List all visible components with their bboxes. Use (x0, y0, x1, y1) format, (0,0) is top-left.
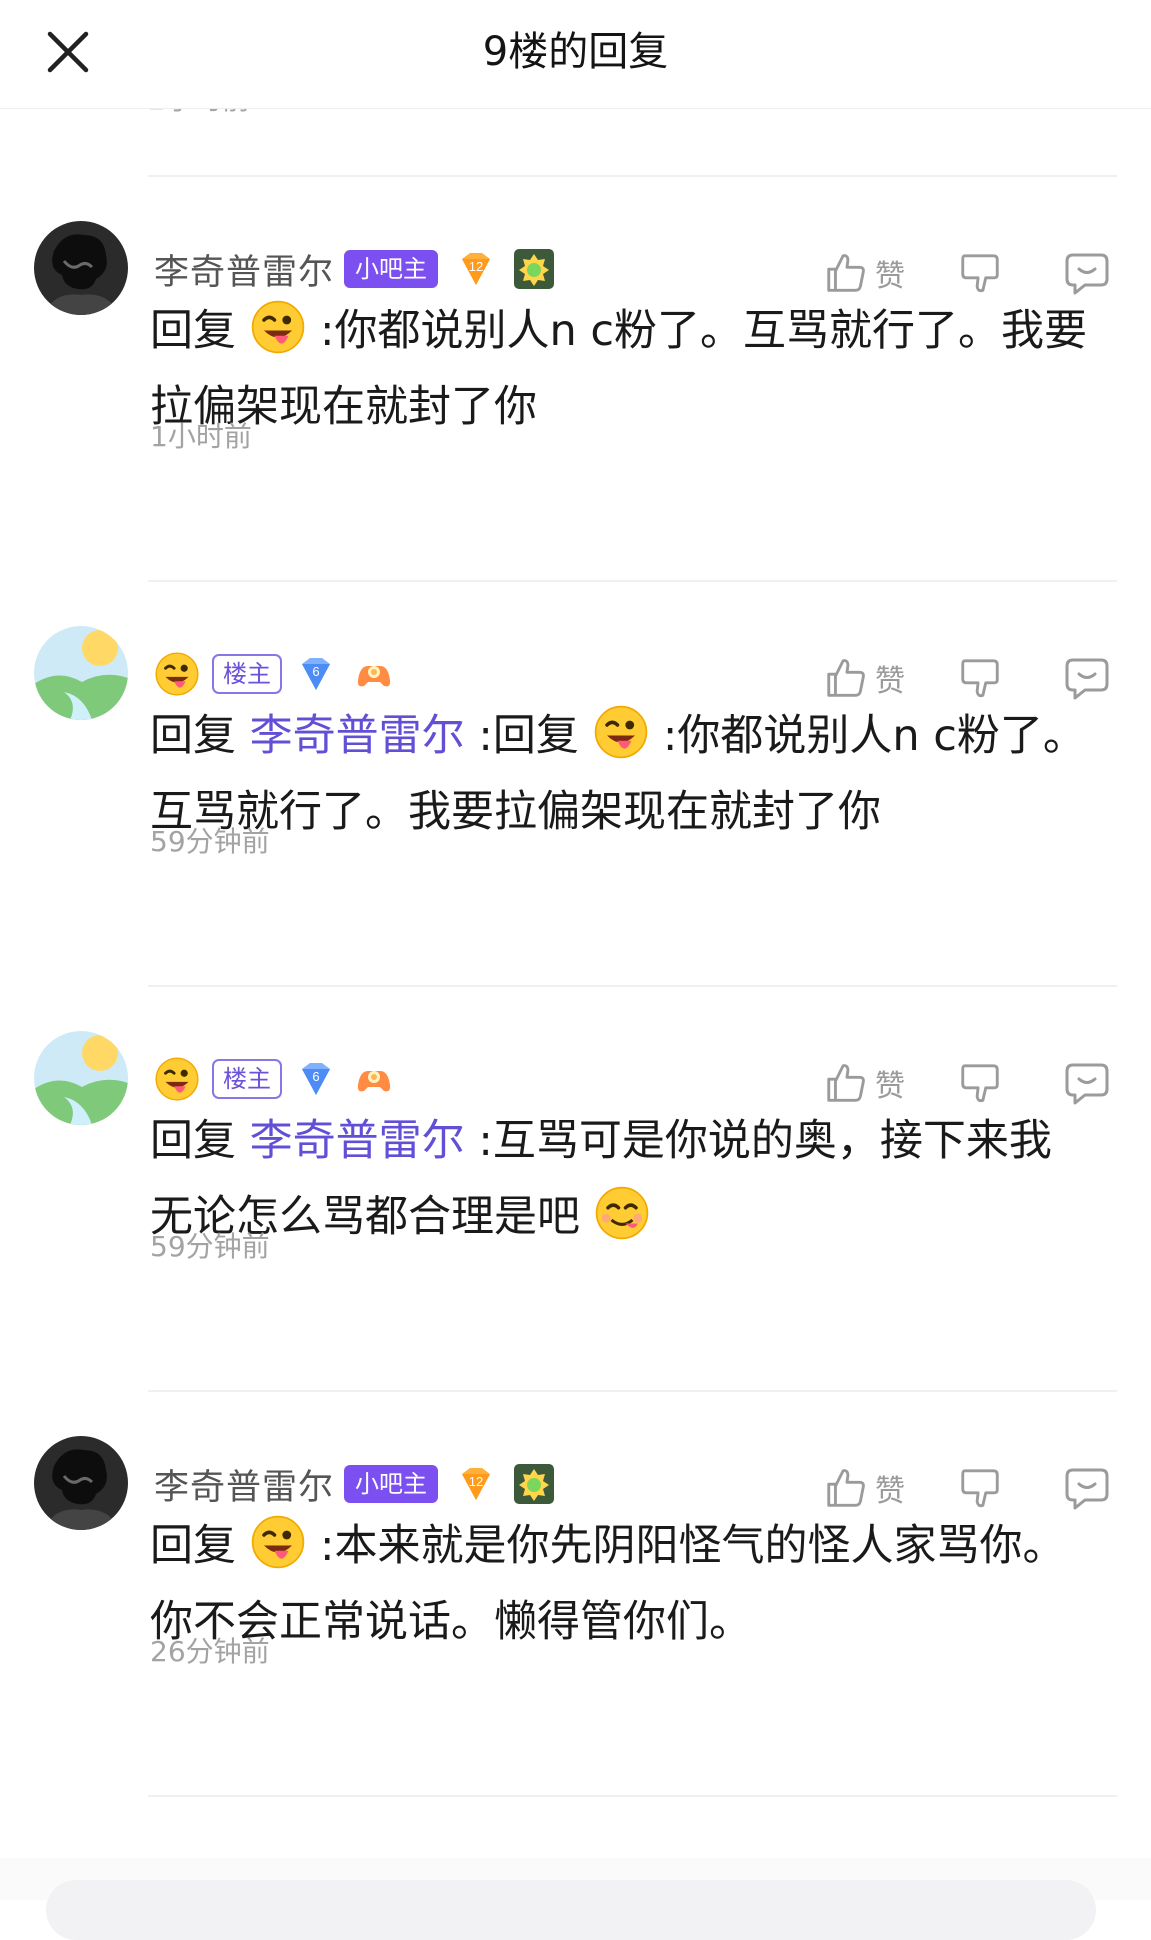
user-meta: 楼主 6 (154, 1051, 396, 1107)
level-badge-icon: 6 (296, 654, 336, 694)
page-title: 9楼的回复 (482, 29, 669, 75)
wink-emoji-icon (154, 1056, 200, 1102)
reply-icon[interactable] (1063, 654, 1111, 702)
level-badge-icon: 12 (456, 249, 496, 289)
user-meta: 李奇普雷尔 小吧主 12 (154, 1456, 556, 1512)
avatar[interactable] (34, 1031, 128, 1125)
comment-item: 李奇普雷尔 小吧主 12 赞 回复:本来就是你先阴阳怪气的怪人家骂你。你不会正常… (0, 1390, 1151, 1796)
comment-text: 回复:你都说别人n c粉了。互骂就行了。我要拉偏架现在就封了你 (150, 293, 1090, 445)
comment-text: 回复:本来就是你先阴阳怪气的怪人家骂你。你不会正常说话。懒得管你们。 (150, 1508, 1090, 1660)
divider (148, 1795, 1117, 1797)
gamepad-icon (352, 1057, 396, 1101)
level-badge-icon: 6 (296, 1059, 336, 1099)
comment-time: 26分钟前 (150, 1635, 270, 1668)
username[interactable]: 李奇普雷尔 (154, 244, 334, 295)
mention-link[interactable]: 李奇普雷尔 (250, 711, 465, 761)
thumbs-up-icon (823, 655, 869, 701)
reply-icon[interactable] (1063, 1464, 1111, 1512)
like-label: 赞 (875, 1069, 905, 1104)
yum-emoji-icon (594, 1185, 650, 1241)
user-meta: 李奇普雷尔 小吧主 12 (154, 241, 556, 297)
thumbs-down-icon[interactable] (957, 1060, 1003, 1106)
like-button[interactable]: 赞 (823, 1060, 905, 1106)
comment-item (0, 1795, 1151, 1855)
comment-time: 1小时前 (150, 420, 252, 453)
wink-emoji-icon (250, 1514, 306, 1570)
like-button[interactable]: 赞 (823, 655, 905, 701)
admin-badge: 小吧主 (344, 250, 439, 288)
medal-icon (512, 247, 556, 291)
op-badge: 楼主 (212, 654, 282, 694)
divider (148, 175, 1117, 177)
like-button[interactable]: 赞 (823, 250, 905, 296)
wink-emoji-icon (154, 651, 200, 697)
thumbs-down-icon[interactable] (957, 250, 1003, 296)
like-label: 赞 (875, 1474, 905, 1509)
level-badge-icon: 12 (456, 1464, 496, 1504)
thumbs-up-icon (823, 250, 869, 296)
wink-emoji-icon (593, 704, 649, 760)
wink-emoji-icon (250, 299, 306, 355)
svg-text:6: 6 (312, 664, 319, 679)
reply-input[interactable] (46, 1880, 1096, 1940)
user-meta: 楼主 6 (154, 646, 396, 702)
top-bar: 9楼的回复 (0, 0, 1151, 109)
like-button[interactable]: 赞 (823, 1465, 905, 1511)
divider (148, 580, 1117, 582)
thumbs-down-icon[interactable] (957, 655, 1003, 701)
svg-text:12: 12 (469, 259, 483, 274)
comment-item: 楼主 6 赞 回复 李奇普雷尔 :回复:你都说别人n c粉了。互骂就行了。我要拉… (0, 580, 1151, 986)
admin-badge: 小吧主 (344, 1465, 439, 1503)
thumbs-up-icon (823, 1465, 869, 1511)
svg-text:6: 6 (312, 1069, 319, 1084)
mention-link[interactable]: 李奇普雷尔 (250, 1116, 465, 1166)
avatar[interactable] (34, 626, 128, 720)
thumbs-down-icon[interactable] (957, 1465, 1003, 1511)
like-label: 赞 (875, 664, 905, 699)
comment-item: 楼主 6 赞 回复 李奇普雷尔 :互骂可是你说的奥，接下来我无论怎么骂都合理是吧… (0, 985, 1151, 1391)
gamepad-icon (352, 652, 396, 696)
avatar[interactable] (34, 221, 128, 315)
thumbs-up-icon (823, 1060, 869, 1106)
reply-icon[interactable] (1063, 1059, 1111, 1107)
username[interactable]: 李奇普雷尔 (154, 1459, 334, 1510)
like-label: 赞 (875, 259, 905, 294)
divider (148, 1390, 1117, 1392)
op-badge: 楼主 (212, 1059, 282, 1099)
comment-item: 李奇普雷尔 小吧主 12 赞 回复:你都说别人n c粉了。互骂就行了。我要拉偏架… (0, 175, 1151, 581)
comment-text: 回复 李奇普雷尔 :互骂可是你说的奥，接下来我无论怎么骂都合理是吧 (150, 1116, 1052, 1242)
medal-icon (512, 1462, 556, 1506)
svg-text:12: 12 (469, 1474, 483, 1489)
avatar[interactable] (34, 1436, 128, 1530)
comment-time: 59分钟前 (150, 1230, 270, 1263)
comment-time: 59分钟前 (150, 825, 270, 858)
reply-icon[interactable] (1063, 249, 1111, 297)
comment-text: 回复 李奇普雷尔 :回复:你都说别人n c粉了。互骂就行了。我要拉偏架现在就封了… (150, 698, 1090, 850)
divider (148, 985, 1117, 987)
